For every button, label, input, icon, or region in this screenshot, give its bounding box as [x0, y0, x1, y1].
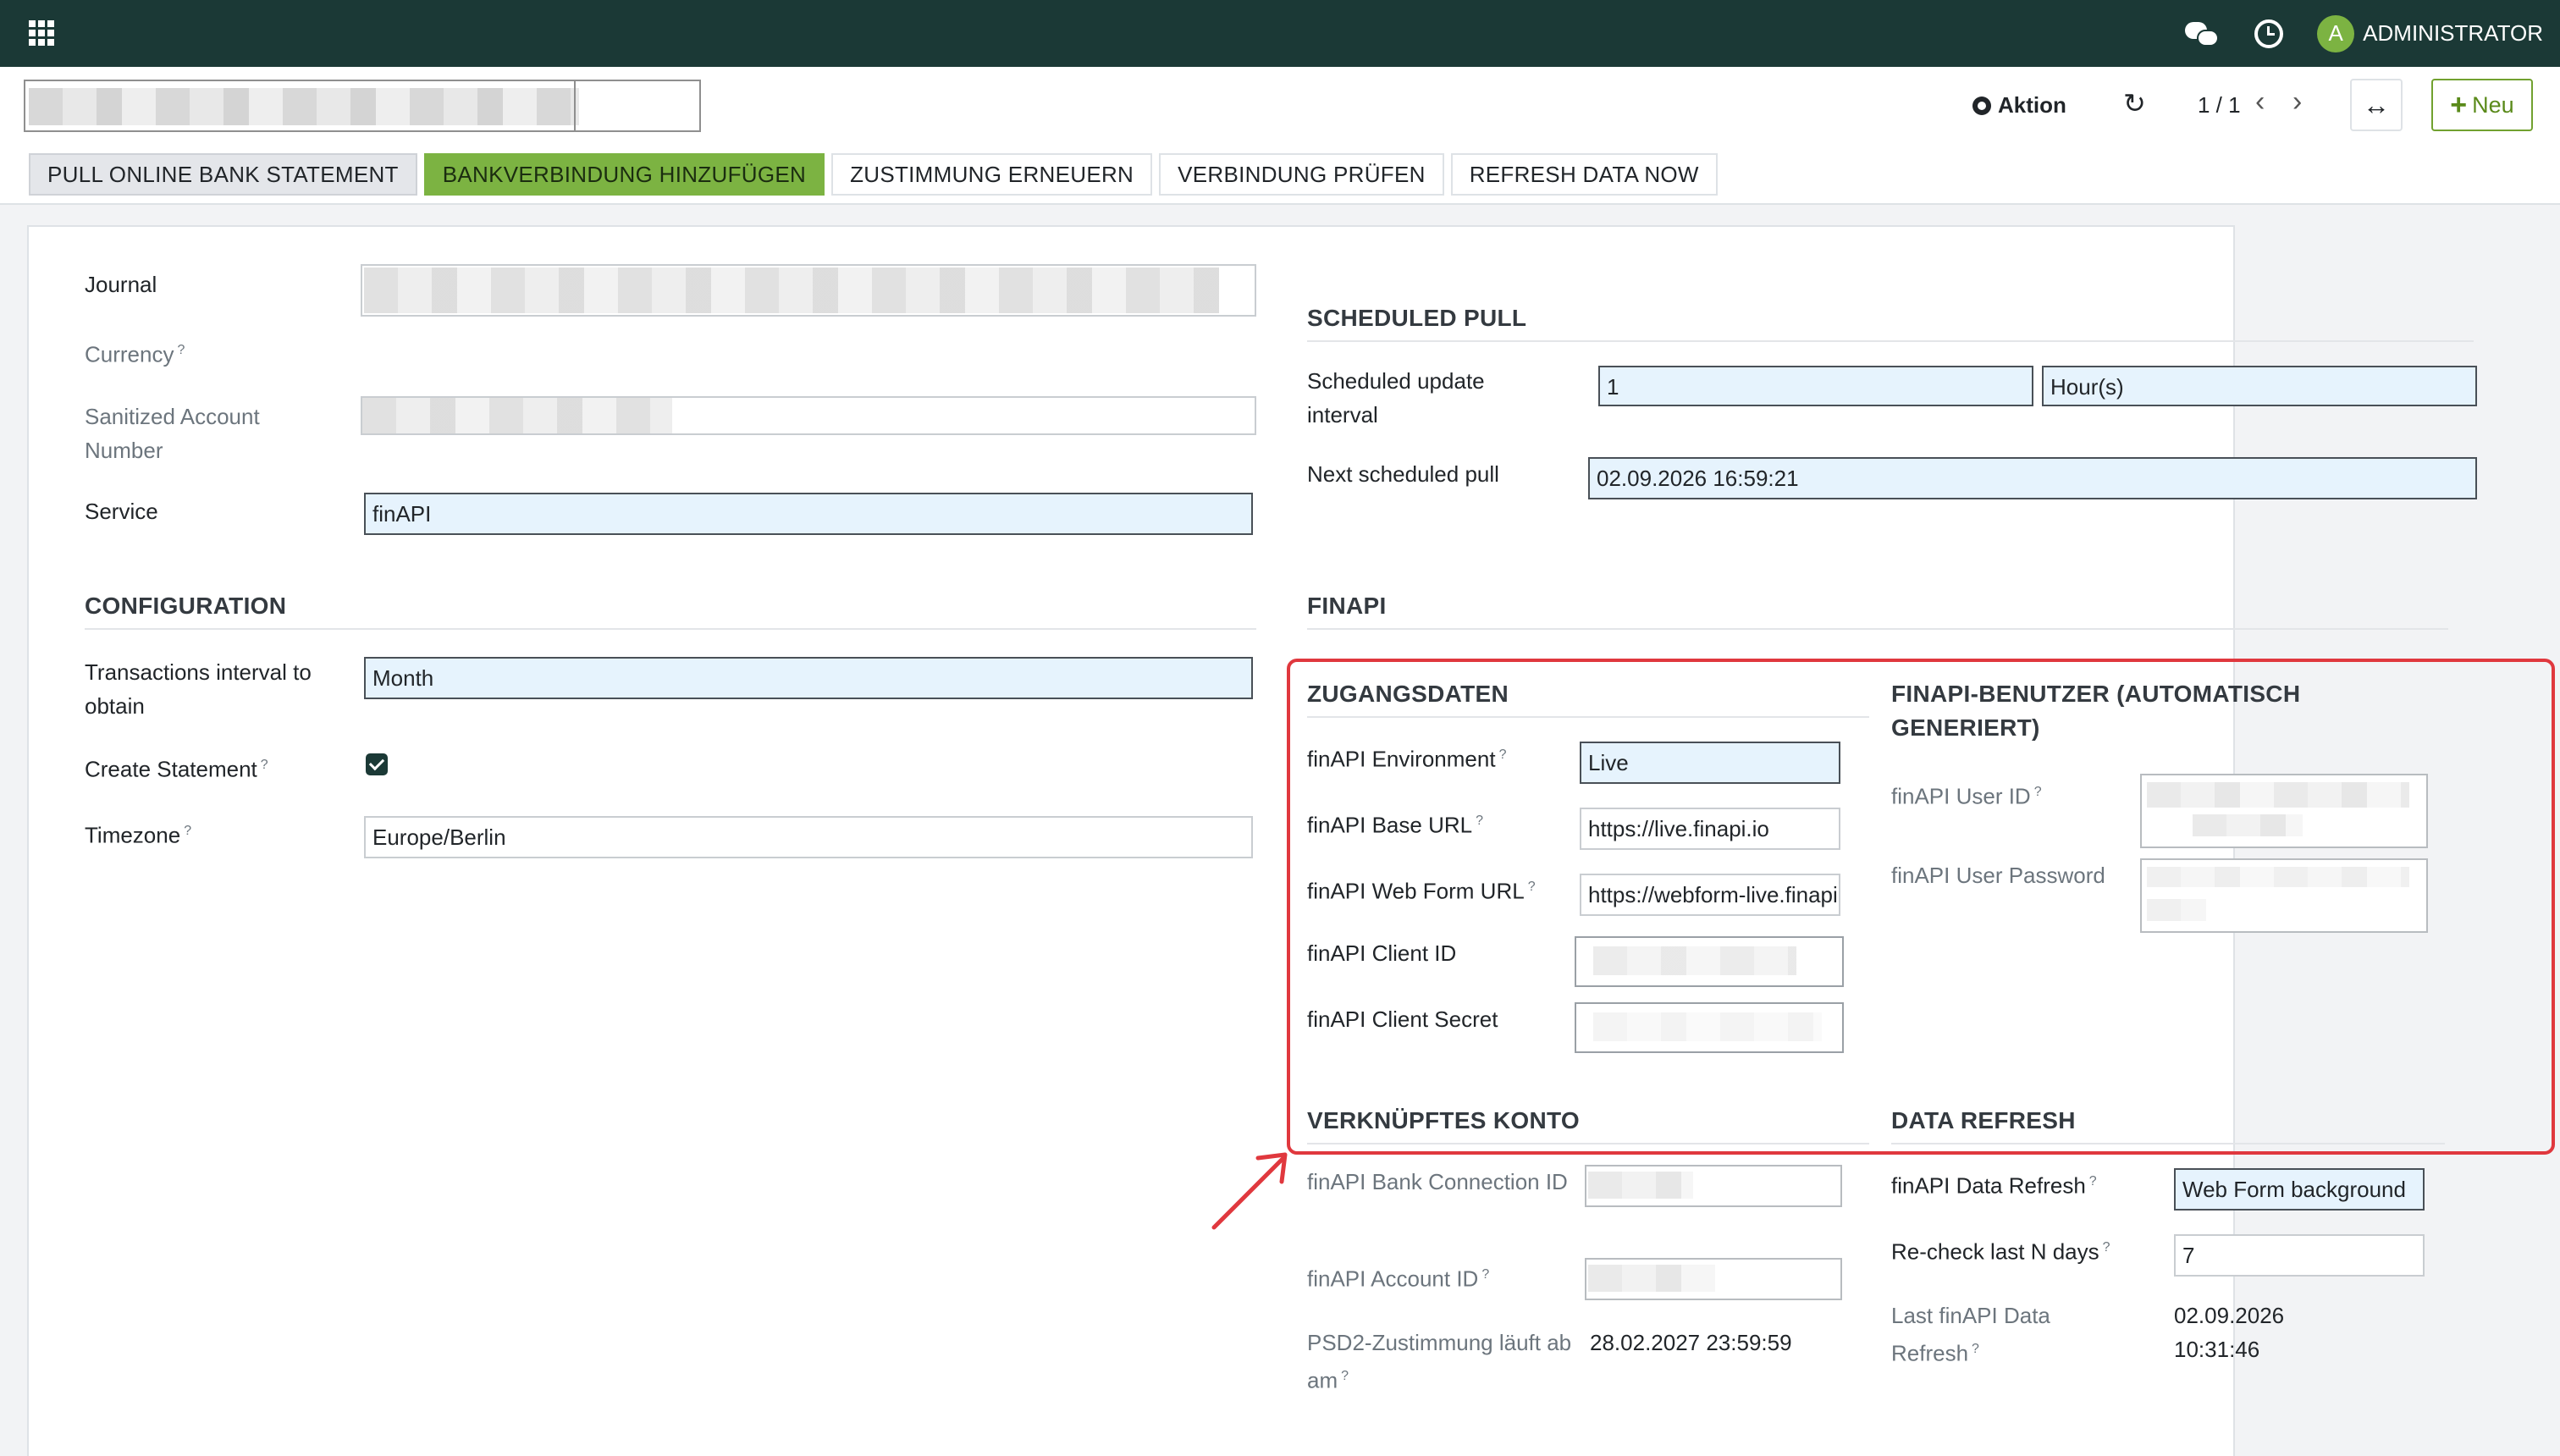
redacted-bank-connection-id [1588, 1172, 1693, 1199]
gear-icon [1971, 95, 1993, 117]
chevron-right-icon[interactable]: › [2292, 87, 2302, 116]
field-separator [574, 81, 576, 130]
recheck-last-n-days-field[interactable]: 7 [2174, 1234, 2425, 1277]
currency-label: Currency? [85, 341, 185, 367]
finapi-bank-connection-id-label: finAPI Bank Connection ID [1307, 1169, 1568, 1194]
annotation-arrow-icon [1211, 1152, 1288, 1230]
expand-width-button[interactable]: ↔ [2350, 79, 2403, 131]
new-record-button[interactable]: + Neu [2431, 79, 2533, 131]
finapi-account-id-label: finAPI Account ID? [1307, 1266, 1490, 1292]
timezone-select[interactable]: Europe/Berlin [364, 816, 1253, 858]
finapi-section-title: FINAPI [1307, 589, 2448, 630]
action-menu-label: Aktion [1998, 92, 2066, 118]
finapi-account-id-field [1585, 1258, 1842, 1300]
last-data-refresh-value: 02.09.2026 10:31:46 [2174, 1303, 2285, 1362]
redacted-record-name [29, 88, 579, 125]
create-statement-checkbox[interactable] [366, 753, 388, 775]
psd2-consent-expiry-value: 28.02.2027 23:59:59 [1590, 1330, 1792, 1355]
navbar-systray: A ADMINISTRATOR [2183, 0, 2543, 67]
finapi-data-refresh-select[interactable]: Web Form background [2174, 1168, 2425, 1211]
chevron-left-icon[interactable]: ‹ [2255, 87, 2265, 116]
control-panel: Aktion ↻ 1 / 1 ‹ › ↔ + Neu PULL ONLINE B… [0, 67, 2560, 205]
scheduled-pull-section-title: SCHEDULED PULL [1307, 301, 2474, 342]
user-name[interactable]: ADMINISTRATOR [2363, 20, 2543, 47]
redacted-journal [364, 267, 1219, 313]
apps-menu-icon[interactable] [29, 20, 54, 46]
timezone-label: Timezone? [85, 822, 192, 848]
next-scheduled-pull-label: Next scheduled pull [1307, 461, 1499, 487]
configuration-section-title: CONFIGURATION [85, 589, 1256, 630]
pull-online-bank-statement-button[interactable]: PULL ONLINE BANK STATEMENT [29, 153, 417, 196]
renew-consent-button[interactable]: ZUSTIMMUNG ERNEUERN [831, 153, 1153, 196]
reload-icon[interactable]: ↻ [2123, 90, 2149, 117]
psd2-consent-expiry-label: PSD2-Zustimmung läuft ab am? [1307, 1330, 1572, 1393]
check-connection-button[interactable]: VERBINDUNG PRÜFEN [1159, 153, 1444, 196]
header-button-row: PULL ONLINE BANK STATEMENT BANKVERBINDUN… [29, 153, 1718, 196]
scheduled-interval-unit[interactable]: Hour(s) [2042, 366, 2477, 406]
highlight-annotation-box [1287, 659, 2555, 1155]
service-label: Service [85, 499, 158, 524]
new-record-label: Neu [2472, 91, 2514, 118]
last-data-refresh-label: Last finAPI Data Refresh? [1891, 1303, 2050, 1366]
finapi-data-refresh-label: finAPI Data Refresh? [1891, 1172, 2097, 1199]
service-field[interactable]: finAPI [364, 493, 1253, 535]
create-statement-label: Create Statement? [85, 756, 268, 782]
refresh-data-now-button[interactable]: REFRESH DATA NOW [1450, 153, 1718, 196]
journal-label: Journal [85, 272, 157, 297]
redacted-account-id [1588, 1265, 1715, 1292]
avatar[interactable]: A [2317, 14, 2355, 52]
next-scheduled-pull-field[interactable]: 02.09.2026 16:59:21 [1588, 457, 2477, 499]
transactions-interval-label: Transactions interval to obtain [85, 659, 312, 719]
chat-icon[interactable] [2183, 19, 2221, 49]
pager-value[interactable]: 1 / 1 [2198, 92, 2241, 119]
transactions-interval-select[interactable]: Month [364, 657, 1253, 699]
action-menu-button[interactable]: Aktion [1971, 92, 2066, 119]
finapi-bank-connection-id-field [1585, 1165, 1842, 1207]
activity-clock-icon[interactable] [2254, 19, 2284, 48]
scheduled-interval-number[interactable]: 1 [1598, 366, 2033, 406]
journal-field[interactable] [361, 264, 1256, 317]
recheck-last-n-days-label: Re-check last N days? [1891, 1238, 2110, 1265]
add-bank-connection-button[interactable]: BANKVERBINDUNG HINZUFÜGEN [423, 153, 825, 196]
scheduled-interval-label: Scheduled update interval [1307, 368, 1485, 427]
plus-icon: + [2450, 88, 2468, 121]
redacted-account-number [362, 398, 672, 433]
top-navbar: A ADMINISTRATOR [0, 0, 2560, 67]
sanitized-account-number-field [361, 396, 1256, 435]
record-name-field[interactable] [24, 80, 701, 132]
sanitized-account-number-label: Sanitized Account Number [85, 404, 260, 463]
